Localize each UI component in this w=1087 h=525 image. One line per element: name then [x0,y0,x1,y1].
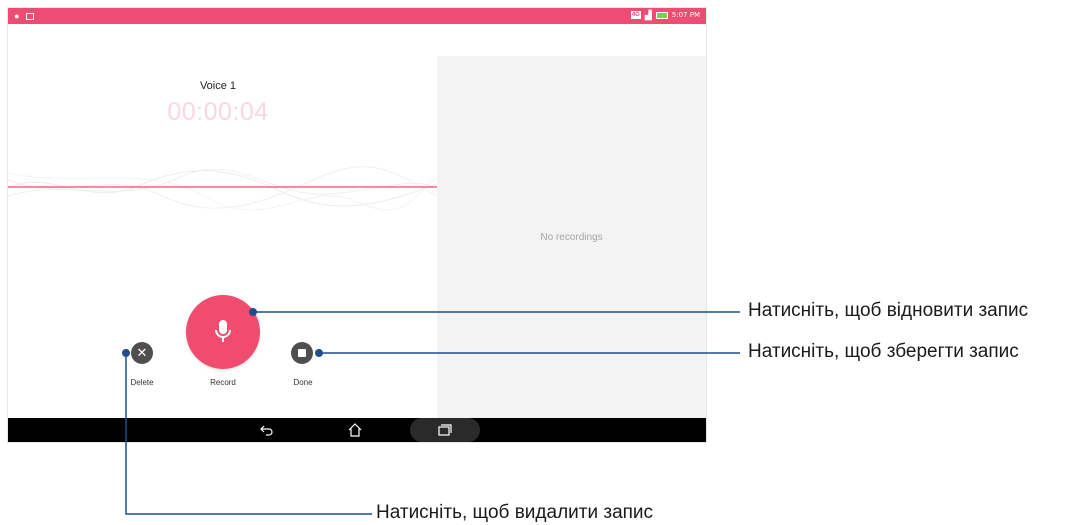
callout-lines [122,308,740,515]
resume-callout-text: Натисніть, щоб відновити запис [748,300,1029,321]
delete-callout-line [125,353,372,515]
save-callout-dot [315,349,323,357]
delete-callout-text: Натисніть, щоб видалити запис [376,502,654,523]
resume-callout-dot [249,308,257,316]
delete-callout-dot [122,349,130,357]
save-callout-text: Натисніть, щоб зберегти запис [748,341,1019,362]
